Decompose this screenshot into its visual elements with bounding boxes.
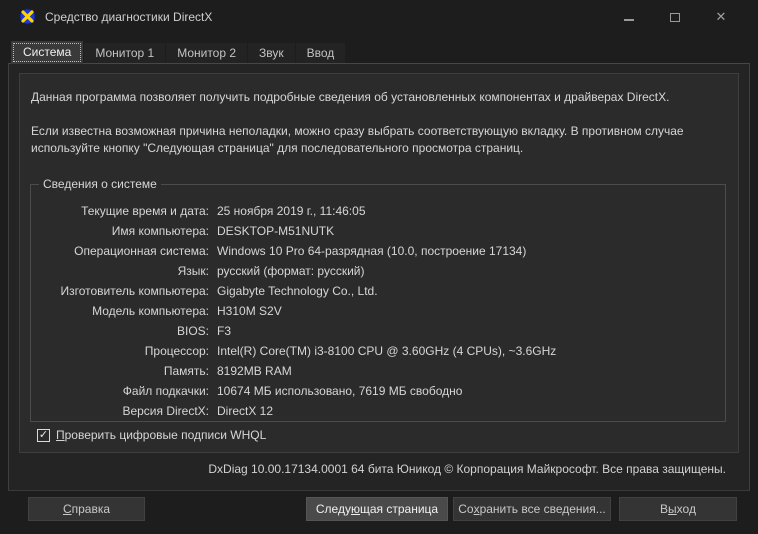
info-label: Операционная система:	[74, 244, 209, 258]
close-icon: ✕	[715, 9, 727, 24]
info-value: русский (формат: русский)	[217, 264, 365, 278]
info-row: Модель компьютера: H310M S2V	[31, 301, 725, 321]
window-controls: ✕	[606, 6, 744, 28]
info-value: 25 ноября 2019 г., 11:46:05	[217, 204, 366, 218]
info-label: BIOS:	[176, 324, 209, 338]
info-row: Файл подкачки: 10674 МБ использовано, 761…	[31, 381, 725, 401]
intro-paragraph-1: Данная программа позволяет получить подр…	[31, 90, 670, 104]
dxdiag-version-status: DxDiag 10.00.17134.0001 64 бита Юникод ©…	[208, 462, 726, 476]
next-page-button[interactable]: Следу ю щая страница	[306, 497, 448, 521]
tab-display2[interactable]: Монитор 2	[166, 43, 248, 64]
info-row: Текущие время и дата: 25 ноября 2019 г., …	[31, 201, 725, 221]
help-button[interactable]: Справка	[28, 497, 145, 521]
titlebar: Средство диагностики DirectX ✕	[0, 0, 758, 34]
minimize-button[interactable]	[606, 6, 652, 28]
whql-checkbox-row[interactable]: ✓ Проверить цифровые подписи WHQL	[37, 428, 266, 442]
maximize-icon	[670, 12, 680, 22]
info-label: Имя компьютера:	[111, 224, 209, 238]
info-label: Версия DirectX:	[122, 404, 209, 418]
tab-display1[interactable]: Монитор 1	[84, 43, 166, 64]
info-value: DirectX 12	[217, 404, 274, 418]
info-row: Язык: русский (формат: русский)	[31, 261, 725, 281]
info-value: 8192MB RAM	[217, 364, 292, 378]
info-label: Изготовитель компьютера:	[60, 284, 210, 298]
info-row: Процессор: Intel(R) Core(TM) i3-8100 CPU …	[31, 341, 725, 361]
dxdiag-window: { "window": { "title": "Средство диагнос…	[0, 0, 758, 534]
tab-panel: Данная программа позволяет получить подр…	[8, 63, 750, 491]
info-value: H310M S2V	[217, 304, 282, 318]
info-label: Память:	[163, 364, 209, 378]
info-value: Intel(R) Core(TM) i3-8100 CPU @ 3.60GHz …	[217, 344, 557, 358]
window-title: Средство диагностики DirectX	[45, 10, 213, 24]
info-label: Файл подкачки:	[122, 384, 209, 398]
groupbox-legend: Сведения о системе	[39, 177, 161, 191]
close-button[interactable]: ✕	[698, 6, 744, 28]
tab-sound[interactable]: Звук	[248, 43, 295, 64]
system-info-rows: Текущие время и дата: 25 ноября 2019 г., …	[31, 185, 725, 421]
info-value: DESKTOP-M51NUTK	[217, 224, 335, 238]
tab-system[interactable]: Система	[11, 41, 84, 64]
info-row: Имя компьютера: DESKTOP-M51NUTK	[31, 221, 725, 241]
system-info-groupbox: Сведения о системе Текущие время и дата:…	[30, 177, 726, 422]
info-value: Gigabyte Technology Co., Ltd.	[217, 284, 378, 298]
info-row: Изготовитель компьютера: Gigabyte Technol…	[31, 281, 725, 301]
exit-button[interactable]: Вы ход	[619, 497, 737, 521]
info-label: Язык:	[177, 264, 209, 278]
directx-icon	[19, 8, 36, 25]
save-all-info-button[interactable]: Со х ранить все сведения...	[453, 497, 611, 521]
info-label: Текущие время и дата:	[81, 204, 209, 218]
info-row: Операционная система: Windows 10 Pro 64-р…	[31, 241, 725, 261]
maximize-button[interactable]	[652, 6, 698, 28]
info-value: Windows 10 Pro 64-разрядная (10.0, постр…	[217, 244, 527, 258]
whql-checkbox-label: Проверить цифровые подписи WHQL	[56, 428, 267, 442]
minimize-icon	[624, 19, 634, 21]
tabstrip: Система Монитор 1 Монитор 2 Звук Ввод	[11, 41, 346, 64]
intro-paragraph-2: Если известна возможная причина неполадк…	[31, 124, 684, 155]
info-value: F3	[217, 324, 232, 338]
info-label: Процессор:	[144, 344, 209, 358]
info-row: Память: 8192MB RAM	[31, 361, 725, 381]
info-label: Модель компьютера:	[92, 304, 209, 318]
info-row: BIOS: F3	[31, 321, 725, 341]
info-row: Версия DirectX: DirectX 12	[31, 401, 725, 421]
tab-input[interactable]: Ввод	[295, 43, 346, 64]
system-tab-page: Данная программа позволяет получить подр…	[19, 73, 739, 453]
info-value: 10674 МБ использовано, 7619 МБ свободно	[217, 384, 463, 398]
whql-checkbox[interactable]: ✓	[37, 428, 50, 442]
